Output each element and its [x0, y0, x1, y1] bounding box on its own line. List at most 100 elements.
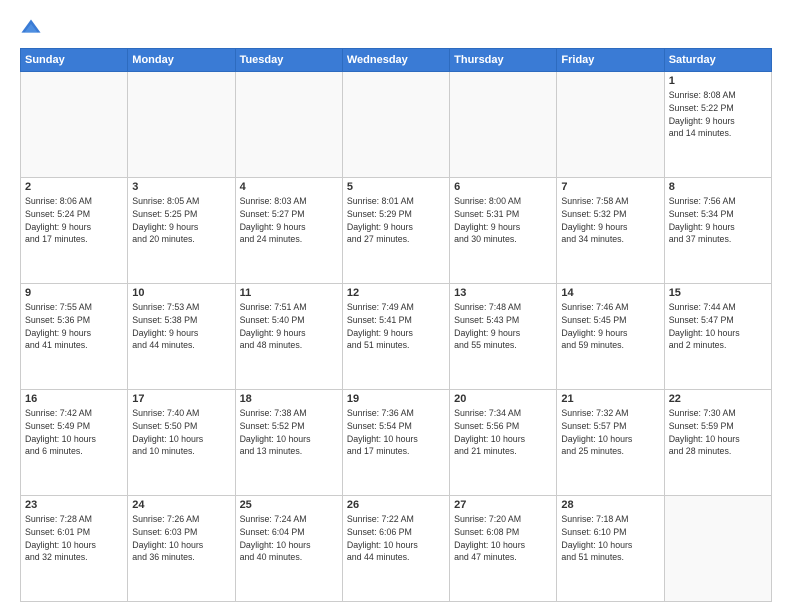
calendar-cell: 4 Sunrise: 8:03 AMSunset: 5:27 PMDaylight… — [235, 178, 342, 284]
day-info: Sunrise: 7:58 AMSunset: 5:32 PMDaylight:… — [561, 195, 659, 246]
day-number: 6 — [454, 181, 552, 193]
day-info: Sunrise: 7:28 AMSunset: 6:01 PMDaylight:… — [25, 513, 123, 564]
calendar-cell — [342, 72, 449, 178]
day-info: Sunrise: 7:49 AMSunset: 5:41 PMDaylight:… — [347, 301, 445, 352]
day-info: Sunrise: 7:56 AMSunset: 5:34 PMDaylight:… — [669, 195, 767, 246]
day-info: Sunrise: 7:36 AMSunset: 5:54 PMDaylight:… — [347, 407, 445, 458]
day-info: Sunrise: 7:46 AMSunset: 5:45 PMDaylight:… — [561, 301, 659, 352]
weekday-header-friday: Friday — [557, 49, 664, 72]
day-number: 26 — [347, 499, 445, 511]
day-number: 9 — [25, 287, 123, 299]
calendar-cell: 15 Sunrise: 7:44 AMSunset: 5:47 PMDayligh… — [664, 284, 771, 390]
day-info: Sunrise: 7:44 AMSunset: 5:47 PMDaylight:… — [669, 301, 767, 352]
calendar-cell: 20Sunrise: 7:34 AMSunset: 5:56 PMDayligh… — [450, 390, 557, 496]
weekday-header-sunday: Sunday — [21, 49, 128, 72]
calendar-cell: 24 Sunrise: 7:26 AMSunset: 6:03 PMDayligh… — [128, 496, 235, 602]
day-number: 16 — [25, 393, 123, 405]
calendar-cell: 8 Sunrise: 7:56 AMSunset: 5:34 PMDaylight… — [664, 178, 771, 284]
calendar-cell: 6 Sunrise: 8:00 AMSunset: 5:31 PMDaylight… — [450, 178, 557, 284]
weekday-header-tuesday: Tuesday — [235, 49, 342, 72]
day-number: 5 — [347, 181, 445, 193]
day-number: 18 — [240, 393, 338, 405]
day-info: Sunrise: 7:48 AMSunset: 5:43 PMDaylight:… — [454, 301, 552, 352]
calendar-cell: 27 Sunrise: 7:20 AMSunset: 6:08 PMDayligh… — [450, 496, 557, 602]
weekday-header-saturday: Saturday — [664, 49, 771, 72]
day-info: Sunrise: 7:24 AMSunset: 6:04 PMDaylight:… — [240, 513, 338, 564]
logo-icon — [20, 18, 42, 40]
day-number: 19 — [347, 393, 445, 405]
day-info: Sunrise: 8:00 AMSunset: 5:31 PMDaylight:… — [454, 195, 552, 246]
day-number: 28 — [561, 499, 659, 511]
logo — [20, 18, 46, 40]
calendar-cell: 1Sunrise: 8:08 AMSunset: 5:22 PMDaylight… — [664, 72, 771, 178]
day-number: 12 — [347, 287, 445, 299]
week-row-2: 2 Sunrise: 8:06 AMSunset: 5:24 PMDaylight… — [21, 178, 772, 284]
day-info: Sunrise: 8:06 AMSunset: 5:24 PMDaylight:… — [25, 195, 123, 246]
day-info: Sunrise: 8:01 AMSunset: 5:29 PMDaylight:… — [347, 195, 445, 246]
day-info: Sunrise: 7:20 AMSunset: 6:08 PMDaylight:… — [454, 513, 552, 564]
day-info: Sunrise: 7:26 AMSunset: 6:03 PMDaylight:… — [132, 513, 230, 564]
day-info: Sunrise: 7:18 AMSunset: 6:10 PMDaylight:… — [561, 513, 659, 564]
calendar-cell: 12 Sunrise: 7:49 AMSunset: 5:41 PMDayligh… — [342, 284, 449, 390]
day-info: Sunrise: 7:53 AMSunset: 5:38 PMDaylight:… — [132, 301, 230, 352]
day-number: 17 — [132, 393, 230, 405]
calendar-cell — [450, 72, 557, 178]
calendar-cell: 2 Sunrise: 8:06 AMSunset: 5:24 PMDaylight… — [21, 178, 128, 284]
calendar-cell: 21 Sunrise: 7:32 AMSunset: 5:57 PMDayligh… — [557, 390, 664, 496]
day-number: 22 — [669, 393, 767, 405]
calendar-cell: 28 Sunrise: 7:18 AMSunset: 6:10 PMDayligh… — [557, 496, 664, 602]
day-number: 20 — [454, 393, 552, 405]
day-number: 21 — [561, 393, 659, 405]
calendar-cell: 19 Sunrise: 7:36 AMSunset: 5:54 PMDayligh… — [342, 390, 449, 496]
day-number: 24 — [132, 499, 230, 511]
week-row-3: 9Sunrise: 7:55 AMSunset: 5:36 PMDaylight… — [21, 284, 772, 390]
calendar-cell: 22 Sunrise: 7:30 AMSunset: 5:59 PMDayligh… — [664, 390, 771, 496]
calendar-cell: 3 Sunrise: 8:05 AMSunset: 5:25 PMDaylight… — [128, 178, 235, 284]
calendar-cell: 18 Sunrise: 7:38 AMSunset: 5:52 PMDayligh… — [235, 390, 342, 496]
day-info: Sunrise: 7:42 AMSunset: 5:49 PMDaylight:… — [25, 407, 123, 458]
day-info: Sunrise: 7:38 AMSunset: 5:52 PMDaylight:… — [240, 407, 338, 458]
page: SundayMondayTuesdayWednesdayThursdayFrid… — [0, 0, 792, 612]
weekday-header-monday: Monday — [128, 49, 235, 72]
calendar-cell: 26 Sunrise: 7:22 AMSunset: 6:06 PMDayligh… — [342, 496, 449, 602]
day-number: 4 — [240, 181, 338, 193]
calendar-cell: 14 Sunrise: 7:46 AMSunset: 5:45 PMDayligh… — [557, 284, 664, 390]
calendar-cell — [557, 72, 664, 178]
calendar-cell: 23 Sunrise: 7:28 AMSunset: 6:01 PMDayligh… — [21, 496, 128, 602]
week-row-5: 23 Sunrise: 7:28 AMSunset: 6:01 PMDayligh… — [21, 496, 772, 602]
weekday-header-row: SundayMondayTuesdayWednesdayThursdayFrid… — [21, 49, 772, 72]
day-number: 14 — [561, 287, 659, 299]
day-number: 13 — [454, 287, 552, 299]
calendar-cell: 13 Sunrise: 7:48 AMSunset: 5:43 PMDayligh… — [450, 284, 557, 390]
day-number: 23 — [25, 499, 123, 511]
day-number: 15 — [669, 287, 767, 299]
day-info: Sunrise: 7:32 AMSunset: 5:57 PMDaylight:… — [561, 407, 659, 458]
calendar-cell: 9Sunrise: 7:55 AMSunset: 5:36 PMDaylight… — [21, 284, 128, 390]
calendar-cell: 17 Sunrise: 7:40 AMSunset: 5:50 PMDayligh… — [128, 390, 235, 496]
day-info: Sunrise: 7:30 AMSunset: 5:59 PMDaylight:… — [669, 407, 767, 458]
weekday-header-thursday: Thursday — [450, 49, 557, 72]
calendar-cell: 25Sunrise: 7:24 AMSunset: 6:04 PMDayligh… — [235, 496, 342, 602]
day-number: 10 — [132, 287, 230, 299]
day-number: 27 — [454, 499, 552, 511]
day-number: 1 — [669, 75, 767, 87]
day-info: Sunrise: 8:03 AMSunset: 5:27 PMDaylight:… — [240, 195, 338, 246]
day-number: 3 — [132, 181, 230, 193]
calendar-cell: 16 Sunrise: 7:42 AMSunset: 5:49 PMDayligh… — [21, 390, 128, 496]
day-info: Sunrise: 7:22 AMSunset: 6:06 PMDaylight:… — [347, 513, 445, 564]
calendar-cell — [235, 72, 342, 178]
week-row-1: 1Sunrise: 8:08 AMSunset: 5:22 PMDaylight… — [21, 72, 772, 178]
header — [20, 18, 772, 40]
day-number: 8 — [669, 181, 767, 193]
day-number: 2 — [25, 181, 123, 193]
calendar-cell: 7 Sunrise: 7:58 AMSunset: 5:32 PMDaylight… — [557, 178, 664, 284]
day-number: 11 — [240, 287, 338, 299]
day-info: Sunrise: 7:40 AMSunset: 5:50 PMDaylight:… — [132, 407, 230, 458]
calendar-cell: 11 Sunrise: 7:51 AMSunset: 5:40 PMDayligh… — [235, 284, 342, 390]
week-row-4: 16 Sunrise: 7:42 AMSunset: 5:49 PMDayligh… — [21, 390, 772, 496]
weekday-header-wednesday: Wednesday — [342, 49, 449, 72]
calendar-cell — [128, 72, 235, 178]
day-info: Sunrise: 7:51 AMSunset: 5:40 PMDaylight:… — [240, 301, 338, 352]
day-info: Sunrise: 8:05 AMSunset: 5:25 PMDaylight:… — [132, 195, 230, 246]
day-number: 7 — [561, 181, 659, 193]
